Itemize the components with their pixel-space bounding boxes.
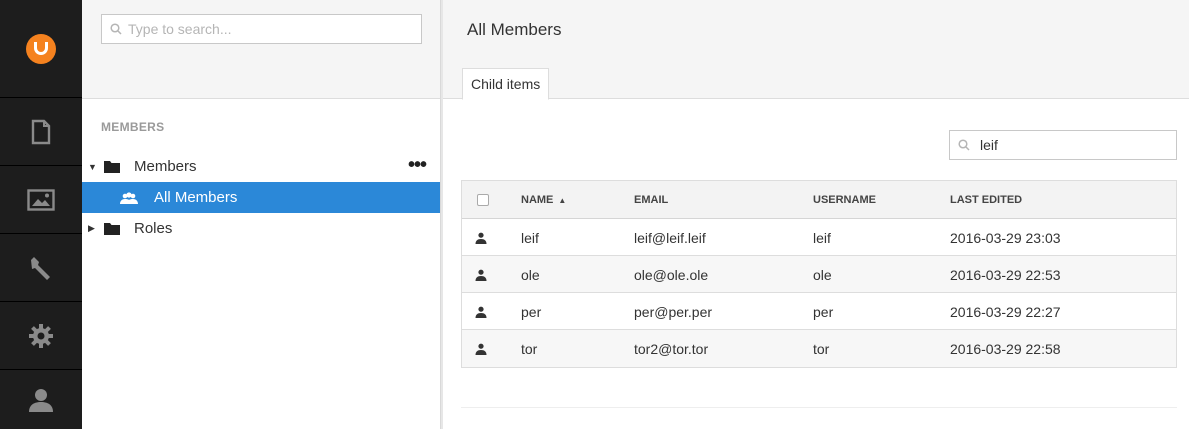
cell-email: leif@leif.leif [634,229,706,246]
search-icon [958,139,970,151]
list-search-input[interactable] [980,137,1170,153]
caret-right-icon[interactable]: ▶ [88,223,98,234]
table-row[interactable]: leif leif@leif.leif leif 2016-03-29 23:0… [462,219,1176,256]
cell-email: per@per.per [634,303,713,320]
section-rail [0,0,82,429]
tree-search-input[interactable] [128,21,408,37]
tab-child-items[interactable]: Child items [462,68,550,100]
section-members[interactable] [0,370,82,429]
wrench-icon [31,256,50,280]
table-row[interactable]: tor tor2@tor.tor tor 2016-03-29 22:58 [462,330,1176,367]
cell-email: ole@ole.ole [634,266,709,283]
logo-button[interactable] [0,0,82,98]
section-content[interactable] [0,98,82,166]
cell-username: leif [813,229,831,246]
table-row[interactable]: per per@per.per per 2016-03-29 22:27 [462,293,1176,330]
sort-asc-icon: ▲ [558,195,567,205]
list-search-box[interactable] [949,130,1177,160]
cell-last-edited: 2016-03-29 22:58 [950,340,1061,357]
users-icon [120,191,138,204]
members-table: NAME ▲ EMAIL USERNAME LAST EDITED leif l… [461,180,1177,368]
cell-name[interactable]: leif [521,219,539,256]
tree-node-all-members[interactable]: All Members [82,182,440,213]
tree-node-label: Members [134,158,197,175]
section-media[interactable] [0,166,82,234]
cell-name[interactable]: tor [521,330,537,367]
select-all-checkbox[interactable] [477,181,489,219]
tree-node-roles[interactable]: ▶ Roles [82,213,440,244]
tree-node-label: Roles [134,220,173,237]
divider [461,407,1177,408]
caret-down-icon[interactable]: ▼ [88,162,98,172]
tree-header [82,0,440,99]
member-icon [475,306,487,318]
column-header-username[interactable]: USERNAME [813,181,876,219]
cell-username: ole [813,266,832,283]
umbraco-logo-icon [26,33,56,64]
tree-node-members[interactable]: ▼ Members ••• [82,151,440,182]
cell-email: tor2@tor.tor [634,340,709,357]
table-header: NAME ▲ EMAIL USERNAME LAST EDITED [462,181,1176,219]
cell-last-edited: 2016-03-29 23:03 [950,229,1061,246]
tree-panel: MEMBERS ▼ Members ••• All Members ▶ Role… [82,0,440,429]
main-panel: All Members Child items NAME ▲ EMAIL USE… [443,0,1189,429]
cell-last-edited: 2016-03-29 22:53 [950,266,1061,283]
tree-search-box[interactable] [101,14,422,44]
cell-name[interactable]: per [521,293,541,330]
main-header: All Members Child items [443,0,1189,100]
app: MEMBERS ▼ Members ••• All Members ▶ Role… [0,0,1189,429]
cell-username: per [813,303,834,320]
user-icon [29,388,53,412]
cell-last-edited: 2016-03-29 22:27 [950,303,1061,320]
content-icon [31,119,51,144]
media-icon [27,188,55,211]
more-actions-icon[interactable]: ••• [408,155,427,175]
cell-name[interactable]: ole [521,256,540,293]
column-header-name[interactable]: NAME ▲ [521,181,566,219]
page-title: All Members [467,20,562,39]
section-settings[interactable] [0,234,82,302]
section-developer[interactable] [0,302,82,370]
cell-username: tor [813,340,830,357]
table-row[interactable]: ole ole@ole.ole ole 2016-03-29 22:53 [462,256,1176,293]
column-header-last-edited[interactable]: LAST EDITED [950,181,1022,219]
tree-node-label: All Members [154,189,238,206]
folder-icon [104,223,120,235]
member-icon [475,232,487,244]
column-header-label: NAME [521,194,554,206]
gear-icon [29,323,53,348]
column-header-email[interactable]: EMAIL [634,181,668,219]
member-icon [475,269,487,281]
search-icon [110,23,122,35]
member-icon [475,343,487,355]
folder-icon [104,161,120,173]
section-label: MEMBERS [101,120,165,134]
